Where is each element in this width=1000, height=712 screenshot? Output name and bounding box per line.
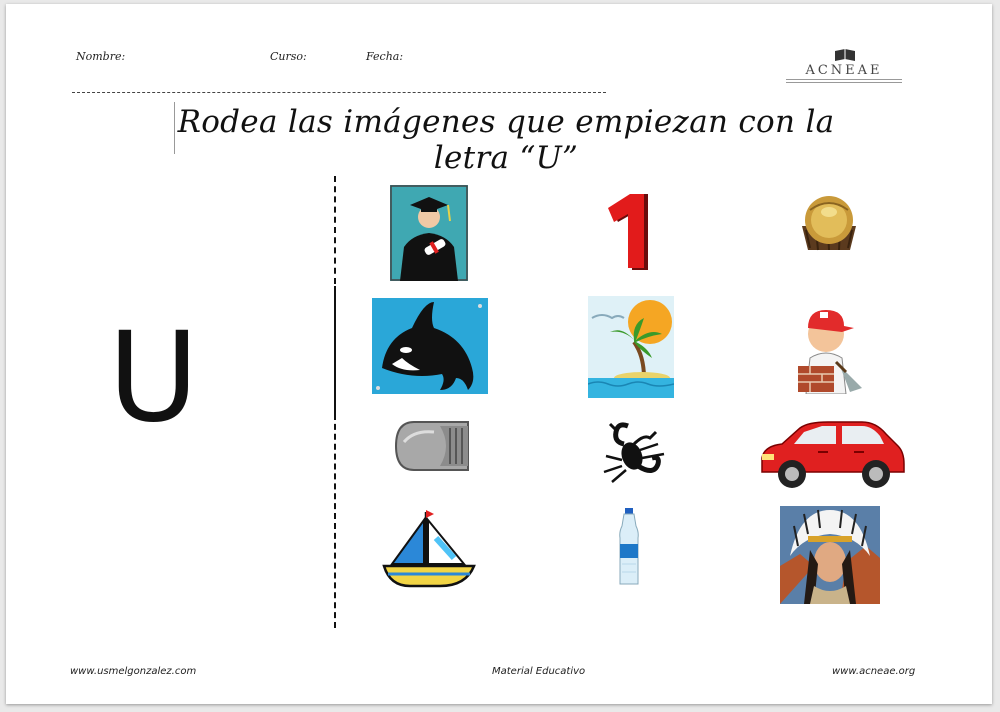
orca-icon[interactable] [372,298,488,394]
number-one-icon[interactable] [604,192,656,272]
footer-right-link[interactable]: www.acneae.org [832,666,915,677]
date-label: Fecha: [366,50,404,63]
divider-dashed-top [334,176,336,284]
water-bottle-icon[interactable] [618,508,640,586]
bricklayer-icon[interactable] [792,296,874,394]
name-label: Nombre: [76,50,126,63]
target-letter: U [108,306,199,450]
chocolate-bonbon-icon[interactable] [796,190,862,256]
car-icon[interactable] [758,418,906,492]
sailboat-icon[interactable] [380,508,478,590]
book-icon [835,49,855,61]
header-divider [72,92,606,93]
scorpion-icon[interactable] [598,420,670,486]
graduate-icon[interactable] [390,185,468,281]
divider-dashed-bottom [334,414,336,628]
worksheet-page: Nombre: Curso: Fecha: ACNEAE Rodea las i… [6,4,992,704]
divider-solid [334,286,336,414]
native-headdress-icon[interactable] [780,506,880,604]
footer-left-link[interactable]: www.usmelgonzalez.com [70,666,196,677]
fingernail-icon[interactable] [394,418,470,474]
course-label: Curso: [270,50,307,63]
instruction-title: Rodea las imágenes que empiezan con la l… [177,104,835,176]
footer-center-text: Material Educativo [492,666,586,677]
logo-text: ACNEAE [805,63,883,78]
acneae-logo: ACNEAE [782,48,906,88]
island-icon[interactable] [588,296,674,398]
